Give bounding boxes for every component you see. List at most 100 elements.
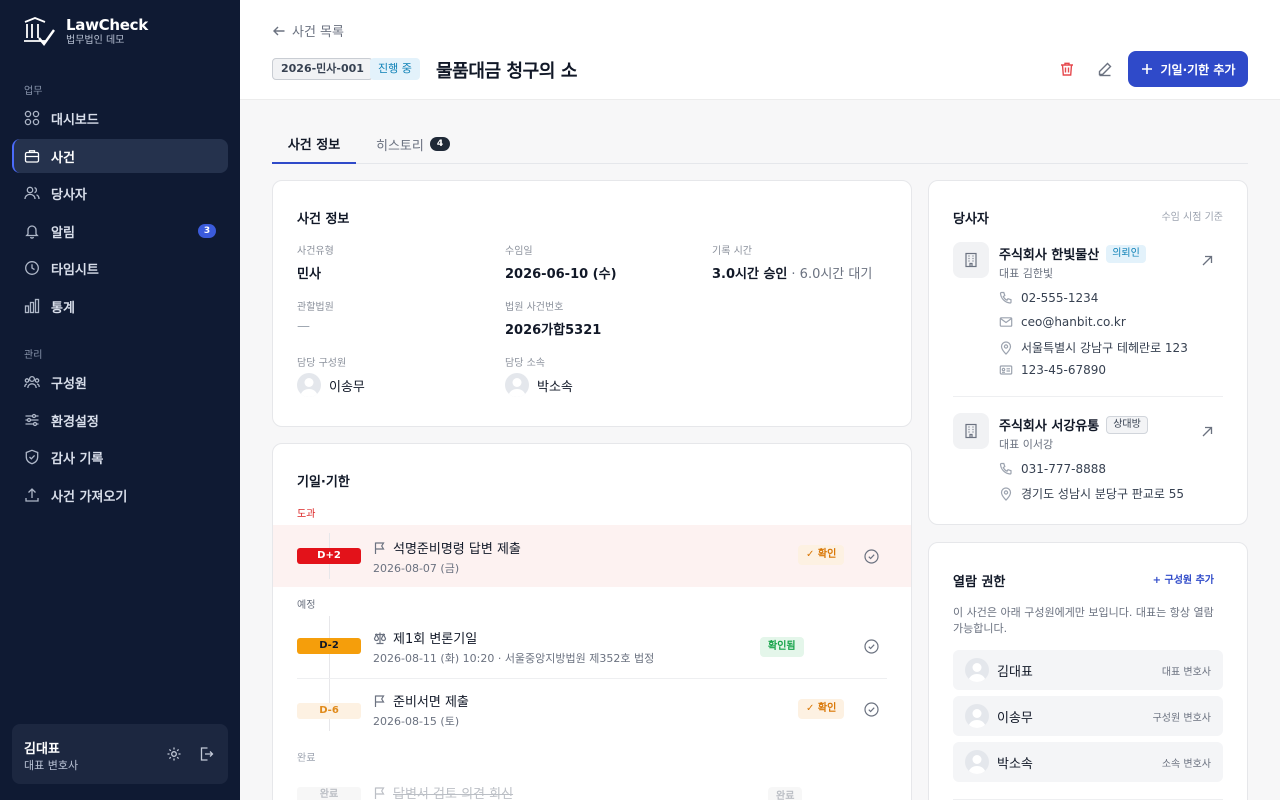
app-logo[interactable]: LawCheck 법무법인 데모 [22, 16, 148, 48]
sidebar-item-label: 사건 [51, 150, 75, 166]
external-link-icon[interactable] [1200, 425, 1214, 439]
deadline-date: 2026-08-11 (화) 10:20 · 서울중앙지방법원 제352호 법정 [373, 652, 655, 665]
sidebar-item-cases[interactable]: 사건 [12, 139, 228, 173]
flag-icon [373, 541, 387, 555]
avatar [505, 373, 529, 397]
assigned-dept-label: 담당 소속 [505, 358, 545, 369]
user-role: 대표 변호사 [24, 759, 79, 772]
party-phone-text: 031-777-8888 [1021, 462, 1107, 476]
plus-icon [1141, 63, 1153, 75]
user-panel: 김대표 대표 변호사 [12, 724, 228, 784]
sidebar-item-import[interactable]: 사건 가져오기 [12, 478, 228, 512]
case-number-badge: 2026-민사-001 [272, 58, 373, 80]
party-role-tag: 상대방 [1106, 415, 1148, 434]
tab-case-info[interactable]: 사건 정보 [272, 124, 356, 164]
court-label: 관할법원 [297, 302, 334, 313]
deadline-title: 석명준비명령 답변 제출 [373, 538, 521, 557]
member-row: 박소속 소속 변호사 [953, 742, 1223, 782]
court-case-no-label: 법원 사건번호 [505, 302, 564, 313]
avatar [965, 704, 989, 728]
sidebar-item-label: 사건 가져오기 [51, 489, 128, 505]
group-label-overdue: 도과 [297, 509, 316, 520]
external-link-icon[interactable] [1200, 254, 1214, 268]
confirm-button[interactable]: ✓ 확인 [798, 545, 845, 565]
app-name: LawCheck [66, 16, 148, 34]
d-day-badge: D-2 [297, 638, 361, 654]
avatar [965, 750, 989, 774]
flag-icon [373, 786, 387, 800]
parties-note: 수임 시점 기준 [1161, 212, 1223, 223]
team-icon [24, 374, 40, 390]
id-card-icon [999, 363, 1013, 377]
member-name: 박소속 [997, 756, 1033, 772]
logged-time-label: 기록 시간 [712, 246, 752, 257]
map-pin-icon [999, 340, 1013, 355]
group-label-done: 완료 [297, 753, 316, 764]
assigned-member-label: 담당 구성원 [297, 358, 347, 369]
mail-icon [999, 315, 1013, 329]
trash-icon[interactable] [1059, 61, 1075, 77]
party-address: 서울특별시 강남구 테헤란로 123 [999, 339, 1188, 356]
d-day-badge: D+2 [297, 548, 361, 564]
confirm-label: 확인 [817, 549, 837, 560]
parties-card: 당사자 수임 시점 기준 주식회사 한빛물산 의뢰인 대표 김한빛 02-555… [928, 180, 1248, 525]
sidebar-item-label: 타임시트 [51, 262, 99, 278]
deadline-title-text: 답변서 검토 의견 회신 [393, 787, 514, 800]
member-name: 이송무 [997, 710, 1033, 726]
party-phone[interactable]: 031-777-8888 [999, 462, 1106, 476]
deadlines-title: 기일·기한 [297, 475, 350, 490]
add-member-link[interactable]: + 구성원 추가 [1153, 571, 1214, 586]
sidebar-item-label: 감사 기록 [51, 451, 104, 467]
phone-icon [999, 462, 1013, 476]
arrow-left-icon [272, 24, 286, 38]
assigned-dept: 박소속 [505, 373, 573, 397]
deadline-row[interactable]: D+2 석명준비명령 답변 제출 2026-08-07 (금) ✓ 확인 [273, 525, 911, 587]
grid-icon [24, 110, 40, 126]
briefcase-icon [24, 148, 40, 164]
party-email[interactable]: ceo@hanbit.co.kr [999, 315, 1126, 329]
clock-icon [24, 260, 40, 276]
sidebar-item-stats[interactable]: 통계 [12, 289, 228, 323]
back-link-label: 사건 목록 [292, 25, 344, 40]
edit-icon[interactable] [1097, 61, 1113, 77]
user-name: 김대표 [24, 742, 60, 757]
check-circle-icon[interactable] [864, 549, 879, 564]
retained-date-value: 2026-06-10 (수) [505, 267, 617, 282]
approved-hours: 3.0시간 승인 [712, 267, 788, 282]
sidebar-item-audit-log[interactable]: 감사 기록 [12, 440, 228, 474]
building-icon [953, 242, 989, 278]
sidebar-item-timesheet[interactable]: 타임시트 [12, 251, 228, 285]
sidebar-item-members[interactable]: 구성원 [12, 365, 228, 399]
section-label-admin: 관리 [24, 350, 43, 361]
party-name: 주식회사 서강유통 상대방 [999, 415, 1148, 434]
bar-chart-icon [24, 298, 40, 314]
phone-icon [999, 291, 1013, 305]
deadline-title: 제1회 변론기일 [373, 628, 477, 647]
deadline-row[interactable]: D-2 제1회 변론기일 2026-08-11 (화) 10:20 · 서울중앙… [273, 616, 911, 678]
sidebar-item-parties[interactable]: 당사자 [12, 176, 228, 210]
deadline-row[interactable]: 완료 답변서 검토 의견 회신 완료 [273, 774, 911, 800]
check-circle-icon[interactable] [864, 702, 879, 717]
party-entry: 주식회사 한빛물산 의뢰인 대표 김한빛 02-555-1234 ceo@han… [953, 242, 1223, 382]
d-day-badge: 완료 [297, 787, 361, 800]
logout-icon[interactable] [198, 746, 214, 762]
check-circle-icon[interactable] [864, 639, 879, 654]
sidebar-item-settings[interactable]: 환경설정 [12, 403, 228, 437]
sidebar-item-dashboard[interactable]: 대시보드 [12, 101, 228, 135]
gear-icon[interactable] [166, 746, 182, 762]
permissions-description: 이 사건은 아래 구성원에게만 보입니다. 대표는 항상 열람 가능합니다. [953, 606, 1214, 635]
add-deadline-button[interactable]: 기일·기한 추가 [1128, 51, 1248, 87]
sidebar-item-alerts[interactable]: 알림 3 [12, 214, 228, 248]
back-link[interactable]: 사건 목록 [272, 21, 344, 40]
member-row: 이송무 구성원 변호사 [953, 696, 1223, 736]
tab-history[interactable]: 히스토리 4 [376, 124, 451, 164]
confirmed-badge: 확인됨 [760, 637, 804, 657]
parties-title: 당사자 [953, 212, 989, 227]
history-count-badge: 4 [429, 137, 451, 151]
party-representative: 대표 김한빛 [999, 267, 1054, 280]
confirm-button[interactable]: ✓ 확인 [798, 699, 845, 719]
sidebar: LawCheck 법무법인 데모 업무 대시보드 사건 당사자 알림 3 타임시… [0, 0, 240, 800]
sidebar-item-label: 구성원 [51, 376, 87, 392]
party-phone[interactable]: 02-555-1234 [999, 291, 1098, 305]
deadline-row[interactable]: D-6 준비서면 제출 2026-08-15 (토) ✓ 확인 [273, 679, 911, 739]
